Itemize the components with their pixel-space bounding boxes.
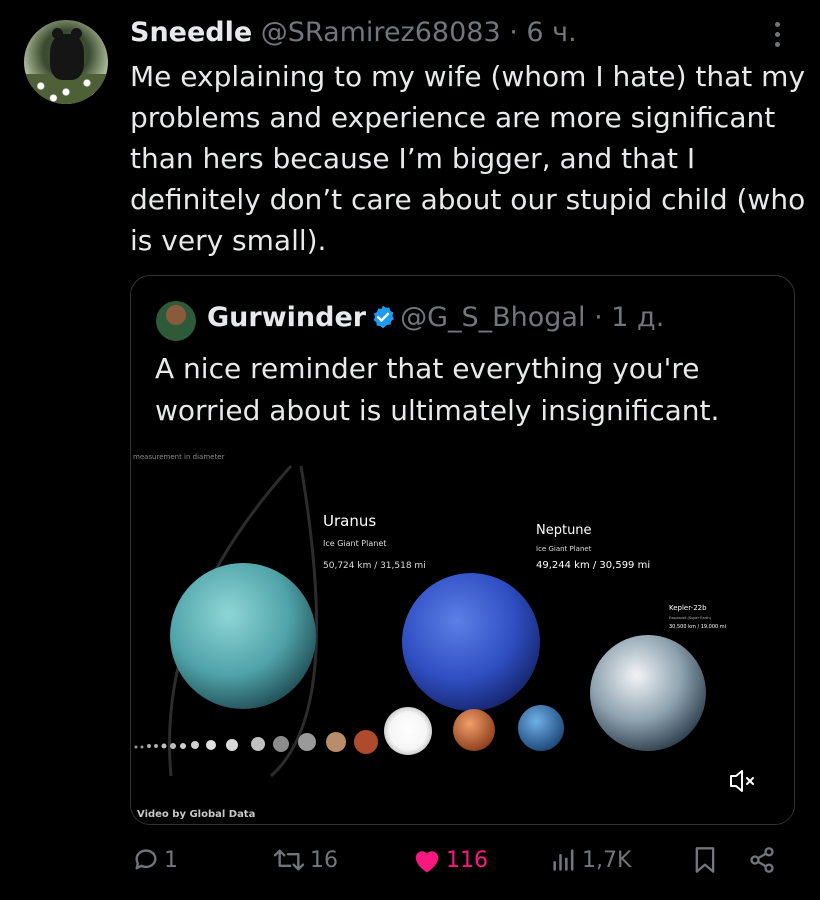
repost-count: 16 — [310, 847, 338, 873]
reply-count: 1 — [164, 847, 178, 873]
author-name[interactable]: Sneedle — [130, 17, 252, 48]
uranus — [170, 563, 316, 709]
quote-time[interactable]: 1 д. — [611, 302, 664, 333]
like-icon — [415, 851, 439, 873]
white-star — [384, 707, 432, 755]
kepler-name: Kepler-22b — [669, 604, 707, 612]
tweet-actions: 1 16 116 1,7K — [130, 838, 790, 882]
repost-icon — [273, 849, 305, 871]
views-button[interactable]: 1,7K — [550, 838, 631, 882]
neptune-type: Ice Giant Planet — [536, 545, 592, 553]
video-credit: Video by Global Data — [137, 809, 255, 820]
quoted-tweet[interactable]: Gurwinder @G_S_Bhogal · 1 д. A nice remin… — [130, 275, 795, 825]
avatar-bear — [50, 28, 84, 80]
quote-separator: · — [594, 302, 603, 333]
verified-icon — [370, 302, 396, 329]
neptune-size: 49,244 km / 30,599 mi — [536, 560, 650, 571]
share-icon — [750, 847, 774, 873]
uranus-type: Ice Giant Planet — [323, 539, 386, 548]
tweet-text: Me explaining to my wife (whom I hate) t… — [130, 60, 806, 257]
like-count: 116 — [446, 847, 488, 873]
like-button[interactable]: 116 — [412, 838, 488, 882]
quote-author-avatar[interactable] — [156, 301, 196, 341]
views-icon — [553, 849, 574, 871]
neptune-name: Neptune — [536, 523, 592, 538]
quote-header: Gurwinder @G_S_Bhogal · 1 д. — [207, 298, 664, 338]
reply-icon — [135, 849, 157, 870]
header-separator: · — [509, 17, 518, 48]
mars — [453, 709, 495, 751]
share-button[interactable] — [748, 838, 776, 882]
tweet-header: Sneedle @SRamirez68083 · 6 ч. — [130, 16, 577, 50]
kepler-22b — [590, 635, 706, 751]
reply-button[interactable]: 1 — [132, 838, 178, 882]
earth — [518, 705, 564, 751]
kepler-type: Exoplanet (Super Earth) — [669, 616, 712, 620]
tweet-time[interactable]: 6 ч. — [526, 17, 576, 48]
more-icon[interactable] — [766, 20, 790, 50]
bookmark-icon — [695, 847, 715, 873]
uranus-name: Uranus — [323, 512, 376, 530]
neptune — [402, 573, 540, 711]
video-caption-top: measurement in diameter — [133, 453, 225, 461]
quote-author-handle[interactable]: @G_S_Bhogal — [400, 302, 585, 333]
author-avatar[interactable] — [24, 20, 108, 104]
bookmark-button[interactable] — [692, 838, 718, 882]
repost-button[interactable]: 16 — [272, 838, 338, 882]
kepler-size: 30,500 km / 19,000 mi — [669, 624, 726, 630]
author-handle[interactable]: @SRamirez68083 — [261, 17, 501, 48]
uranus-size: 50,724 km / 31,518 mi — [323, 561, 426, 571]
quote-video[interactable]: measurement in diameter Uranus Ice Giant… — [131, 446, 794, 824]
views-count: 1,7K — [582, 847, 632, 873]
planets-video-frame: measurement in diameter Uranus Ice Giant… — [131, 446, 794, 824]
quote-text: A nice reminder that everything you're w… — [155, 352, 720, 427]
quote-author-name[interactable]: Gurwinder — [207, 302, 366, 333]
